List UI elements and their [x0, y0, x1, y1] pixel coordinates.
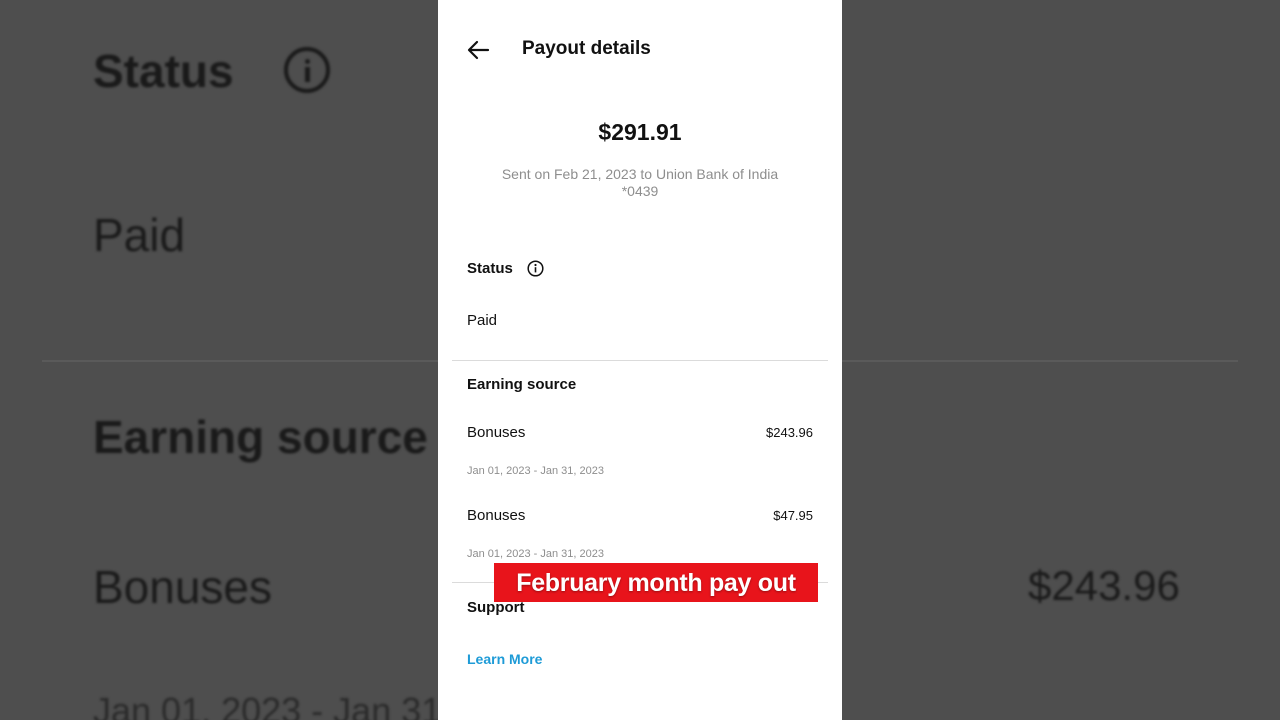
bg-amount: $243.96 — [1028, 562, 1180, 609]
bg-earning-label: Earning source — [93, 411, 428, 463]
bg-date-range: Jan 01, 2023 - Jan 31 — [93, 690, 442, 720]
status-label: Status — [467, 260, 513, 277]
divider — [452, 360, 828, 361]
earning-item-title: Bonuses — [467, 507, 526, 524]
earning-item-date: Jan 01, 2023 - Jan 31, 2023 — [467, 465, 604, 477]
bg-status-label: Status — [93, 45, 234, 97]
earning-item-amount: $47.95 — [773, 508, 813, 523]
bg-bonuses-label: Bonuses — [93, 561, 273, 613]
payout-amount: $291.91 — [598, 119, 682, 145]
header: Payout details — [438, 0, 842, 100]
arrow-left-icon — [467, 40, 490, 60]
page-title: Payout details — [522, 38, 651, 59]
info-icon[interactable] — [527, 260, 544, 277]
bg-info-icon — [284, 47, 330, 93]
bg-paid-label: Paid — [93, 209, 186, 261]
payout-details-panel: Payout details $291.91 Sent on Feb 21, 2… — [438, 0, 842, 720]
earning-item-date: Jan 01, 2023 - Jan 31, 2023 — [467, 548, 604, 560]
earning-source-label: Earning source — [467, 376, 577, 393]
sent-info: Sent on Feb 21, 2023 to Union Bank of In… — [501, 166, 779, 199]
earning-item-amount: $243.96 — [766, 425, 813, 440]
earning-item-title: Bonuses — [467, 424, 526, 441]
learn-more-link[interactable]: Learn More — [467, 651, 542, 667]
status-value: Paid — [467, 312, 498, 329]
back-button[interactable] — [464, 34, 494, 64]
caption-overlay: February month pay out — [494, 563, 818, 602]
